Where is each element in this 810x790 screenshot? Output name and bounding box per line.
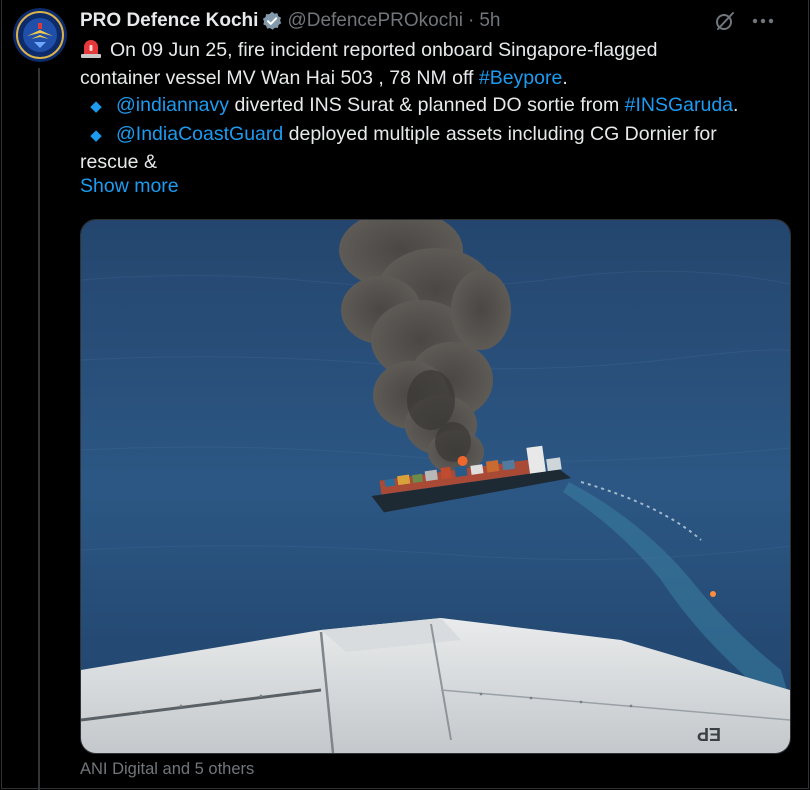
tagged-users[interactable]: ANI Digital and 5 others — [80, 760, 254, 779]
blue-diamond-icon: ◆ — [90, 98, 102, 115]
top-actions — [712, 8, 776, 34]
hashtag-insgaruda[interactable]: #INSGaruda — [625, 94, 733, 116]
tweet-line-2: container vessel MV Wan Hai 503 , 78 NM … — [80, 65, 780, 93]
tweet-line-2-end: . — [562, 66, 568, 89]
show-more-link[interactable]: Show more — [80, 175, 179, 198]
tweet-line-2-text: container vessel MV Wan Hai 503 , 78 NM … — [80, 66, 479, 89]
more-icon[interactable] — [750, 8, 776, 34]
timestamp[interactable]: 5h — [479, 10, 500, 32]
tweet-line-3-end: . — [733, 94, 739, 116]
user-handle[interactable]: @DefencePROkochi — [287, 10, 463, 32]
separator-dot: · — [468, 10, 475, 31]
display-name[interactable]: PRO Defence Kochi — [80, 10, 258, 32]
mention-indiacoastguard[interactable]: @IndiaCoastGuard — [116, 123, 283, 145]
tweet-line-5: rescue & — [80, 149, 780, 177]
tweet-line-3: ◆ @indiannavy diverted INS Surat & planne… — [80, 92, 780, 121]
tweet-line-1: On 09 Jun 25, fire incident reported onb… — [80, 37, 780, 65]
tweet-media-image[interactable]: EP — [80, 219, 791, 754]
avatar[interactable] — [13, 8, 67, 62]
tweet-header: PRO Defence Kochi @DefencePROkochi · 5h — [80, 8, 501, 34]
hashtag-beypore[interactable]: #Beypore — [479, 67, 562, 89]
tweet-text: On 09 Jun 25, fire incident reported onb… — [80, 37, 780, 177]
verified-badge-icon — [262, 11, 282, 31]
svg-text:EP: EP — [697, 724, 721, 744]
tweet-line-5-text: rescue & — [80, 151, 157, 173]
siren-icon — [80, 37, 104, 59]
tweet-line-4: ◆ @IndiaCoastGuard deployed multiple asse… — [80, 121, 780, 150]
blue-diamond-icon: ◆ — [90, 126, 102, 144]
tweet-line-3-text: diverted INS Surat & planned DO sortie f… — [229, 94, 625, 116]
tweet-line-4-text: deployed multiple assets including CG Do… — [283, 122, 717, 145]
thread-line — [38, 68, 40, 790]
grok-icon[interactable] — [712, 8, 738, 34]
mention-indiannavy[interactable]: @indiannavy — [116, 94, 229, 116]
tweet-line-1-text: On 09 Jun 25, fire incident reported onb… — [110, 39, 658, 61]
